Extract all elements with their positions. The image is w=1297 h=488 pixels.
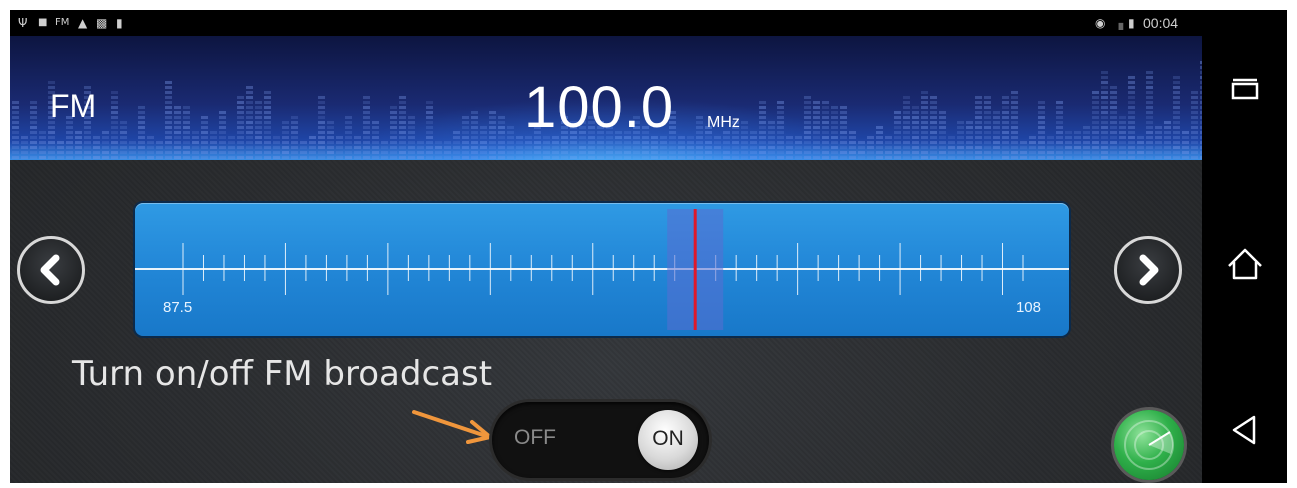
- scale-max-label: 108: [1015, 299, 1041, 316]
- recent-apps-button[interactable]: [1220, 67, 1270, 117]
- frequency-unit: MHz: [707, 114, 740, 131]
- usb-icon: Ψ: [18, 16, 28, 30]
- scan-button[interactable]: [1114, 410, 1184, 480]
- home-button[interactable]: [1220, 240, 1270, 290]
- warning-icon: ▲: [78, 16, 88, 30]
- tuner-scale: [135, 209, 1069, 330]
- scale-min-label: 87.5: [163, 299, 193, 316]
- radar-icon: [1124, 420, 1174, 470]
- band-label: FM: [50, 88, 97, 124]
- back-icon: [1232, 415, 1256, 445]
- recent-apps-icon: [1231, 78, 1259, 100]
- toggle-on-label: ON: [652, 427, 684, 450]
- toggle-knob[interactable]: ON: [638, 410, 698, 470]
- sd-icon: ▮: [116, 16, 123, 30]
- lock-icon: ■: [38, 17, 48, 28]
- chevron-right-icon: [1139, 254, 1159, 286]
- fm-icon: FM: [55, 17, 70, 28]
- frequency-display: 100.0: [524, 75, 675, 140]
- home-icon: [1228, 248, 1262, 280]
- tuner-dial[interactable]: 87.5 108: [135, 203, 1069, 336]
- battery-icon: ▮: [1128, 16, 1135, 30]
- navigation-bar: [1202, 10, 1287, 483]
- fm-radio-app: Ψ ■ FM ▲ ▩ ▮ ◉ ▗ ▮ 00:04 FM 100.0 MHz 87…: [10, 10, 1202, 483]
- chevron-left-icon: [40, 254, 60, 286]
- clock: 00:04: [1143, 15, 1179, 31]
- annotation-caption: Turn on/off FM broadcast: [72, 354, 493, 394]
- annotation-arrow-icon: [412, 410, 492, 444]
- back-button[interactable]: [1220, 405, 1270, 455]
- status-bar: Ψ ■ FM ▲ ▩ ▮ ◉ ▗ ▮ 00:04: [10, 10, 1202, 36]
- location-icon: ◉: [1095, 16, 1106, 30]
- next-station-button[interactable]: [1114, 236, 1182, 304]
- image-icon: ▩: [96, 16, 108, 30]
- frequency-header: FM 100.0 MHz: [10, 36, 1202, 160]
- fm-power-toggle[interactable]: OFF ON: [492, 402, 709, 478]
- signal-icon: ▗: [1114, 16, 1124, 30]
- phone-screen: Ψ ■ FM ▲ ▩ ▮ ◉ ▗ ▮ 00:04 FM 100.0 MHz 87…: [10, 10, 1287, 483]
- toggle-off-label: OFF: [514, 426, 556, 449]
- prev-station-button[interactable]: [17, 236, 85, 304]
